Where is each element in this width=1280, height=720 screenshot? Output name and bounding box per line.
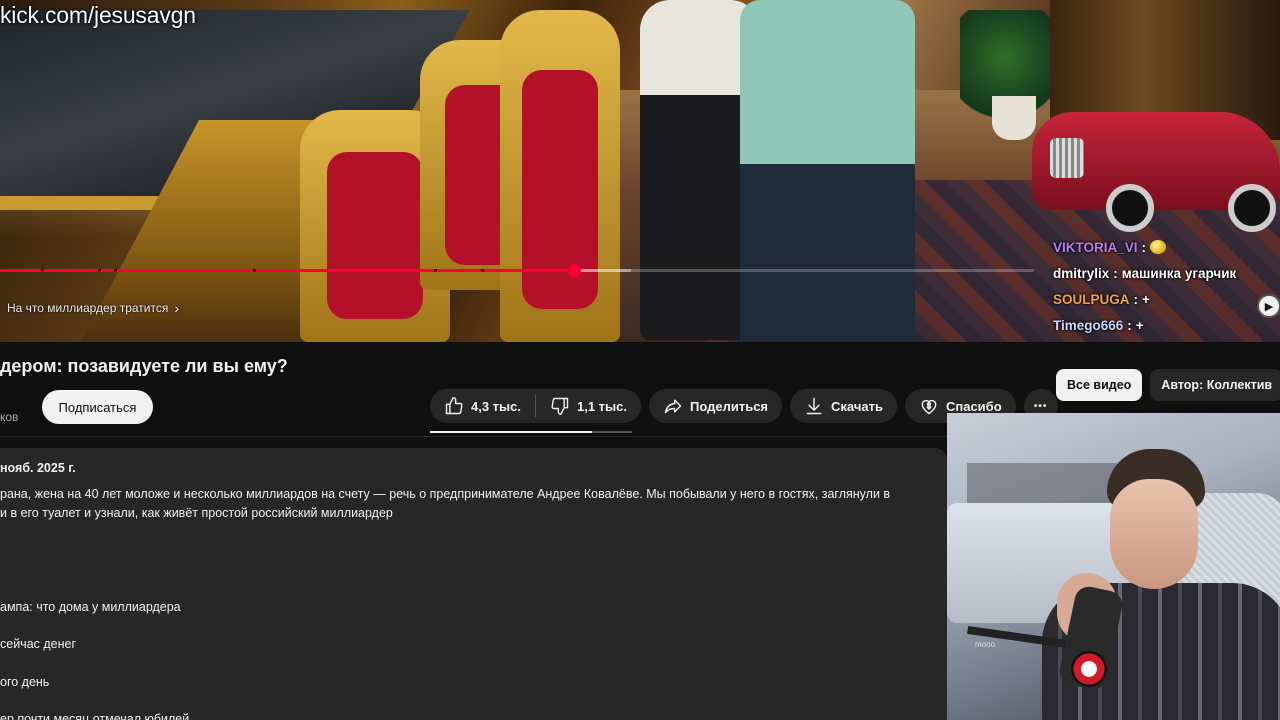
chat-emote-icon bbox=[1150, 240, 1167, 254]
share-button[interactable]: Поделиться bbox=[649, 389, 783, 423]
download-button[interactable]: Скачать bbox=[790, 389, 897, 423]
video-toy-car bbox=[1032, 112, 1280, 232]
filter-chips: Все видео Автор: Коллектив bbox=[1056, 369, 1280, 401]
chat-message: SOULPUGA: + bbox=[1053, 286, 1280, 312]
mic-logo bbox=[1071, 651, 1107, 687]
subscriber-count: ков bbox=[0, 410, 19, 424]
chapter-marker bbox=[253, 269, 257, 272]
upload-date: нояб. 2025 г. bbox=[0, 461, 76, 475]
description-line: рана, жена на 40 лет моложе и несколько … bbox=[0, 487, 891, 501]
chat-message: dmitrylix: машинка угарчик bbox=[1053, 260, 1280, 286]
chip-all-videos[interactable]: Все видео bbox=[1056, 369, 1143, 401]
video-pot bbox=[992, 96, 1036, 140]
chat-text: + bbox=[1142, 291, 1150, 307]
thanks-label: Спасибо bbox=[945, 398, 1002, 414]
webcam-streamer-face bbox=[1110, 479, 1198, 589]
divider bbox=[0, 436, 947, 437]
subscribe-button[interactable]: Подписаться bbox=[42, 390, 153, 424]
streamer-webcam: mooo bbox=[947, 413, 1280, 720]
chat-text: + bbox=[1135, 317, 1144, 333]
video-player[interactable]: kick.com/jesusavgn На что миллиардер тра… bbox=[0, 0, 1280, 342]
more-icon: ••• bbox=[1033, 400, 1048, 412]
thumbs-up-icon bbox=[444, 396, 464, 416]
chapter-link[interactable]: ого день bbox=[0, 675, 49, 689]
chat-username[interactable]: SOULPUGA bbox=[1053, 292, 1130, 307]
chip-author[interactable]: Автор: Коллектив bbox=[1150, 369, 1280, 401]
like-button[interactable]: 4,3 тыс. bbox=[430, 389, 535, 423]
download-icon bbox=[804, 396, 824, 416]
chat-overlay: VIKTORIA_VI: dmitrylix: машинка угарчик SOU… bbox=[1053, 234, 1280, 342]
chapter-link[interactable]: ер почти месяц отмечал юбилей bbox=[0, 712, 189, 720]
download-label: Скачать bbox=[831, 398, 883, 414]
mic-brand: mooo bbox=[975, 640, 996, 649]
chat-separator: : bbox=[1127, 317, 1132, 333]
chat-separator: : bbox=[1133, 291, 1139, 307]
progress-scrubber[interactable] bbox=[567, 264, 581, 277]
chat-username[interactable]: VIKTORIA_VI bbox=[1053, 240, 1138, 255]
share-label: Поделиться bbox=[690, 398, 769, 414]
chat-message: Timego666: + bbox=[1053, 312, 1280, 338]
video-chair bbox=[500, 10, 620, 342]
chapter-marker bbox=[113, 269, 117, 272]
chapter-link[interactable]: сейчас денег bbox=[0, 637, 76, 651]
chat-message: VIKTORIA_VI: bbox=[1053, 234, 1280, 260]
dislike-count: 1,1 тыс. bbox=[577, 398, 627, 414]
description-box[interactable]: нояб. 2025 г. рана, жена на 40 лет молож… bbox=[0, 448, 947, 720]
progress-bar[interactable] bbox=[0, 264, 1034, 277]
chapter-marker bbox=[98, 269, 102, 272]
chapter-marker bbox=[480, 269, 484, 272]
like-dislike-group: 4,3 тыс. 1,1 тыс. bbox=[430, 389, 641, 423]
heart-dollar-icon bbox=[919, 396, 939, 416]
chat-username[interactable]: dmitrylix bbox=[1053, 266, 1109, 281]
like-ratio-fill bbox=[430, 431, 592, 433]
description-line: и в его туалет и узнали, как живёт прост… bbox=[0, 506, 393, 520]
chat-username[interactable]: Timego666 bbox=[1053, 318, 1123, 333]
webcam-shelf bbox=[967, 463, 1117, 503]
chapter-marker bbox=[41, 269, 45, 272]
progress-played bbox=[0, 269, 574, 272]
dislike-button[interactable]: 1,1 тыс. bbox=[536, 389, 641, 423]
chat-separator: : bbox=[1113, 265, 1118, 281]
chat-text: машинка угарчик bbox=[1121, 265, 1237, 281]
like-ratio-bar bbox=[430, 431, 632, 433]
chat-separator: : bbox=[1141, 239, 1147, 255]
share-icon bbox=[663, 396, 683, 416]
thumbs-down-icon bbox=[550, 396, 570, 416]
chapter-title: На что миллиардер тратится bbox=[7, 301, 169, 315]
video-title: дером: позавидуете ли вы ему? bbox=[0, 356, 288, 376]
stream-watermark: kick.com/jesusavgn bbox=[0, 2, 196, 28]
chapter-link[interactable]: ампа: что дома у миллиардера bbox=[0, 600, 181, 614]
chapter-button[interactable]: На что миллиардер тратится › bbox=[7, 300, 179, 316]
play-icon[interactable]: ▶ bbox=[1257, 294, 1280, 318]
chevron-right-icon: › bbox=[174, 300, 180, 316]
like-count: 4,3 тыс. bbox=[471, 398, 521, 414]
chapter-marker bbox=[434, 269, 438, 272]
video-person bbox=[740, 0, 915, 342]
